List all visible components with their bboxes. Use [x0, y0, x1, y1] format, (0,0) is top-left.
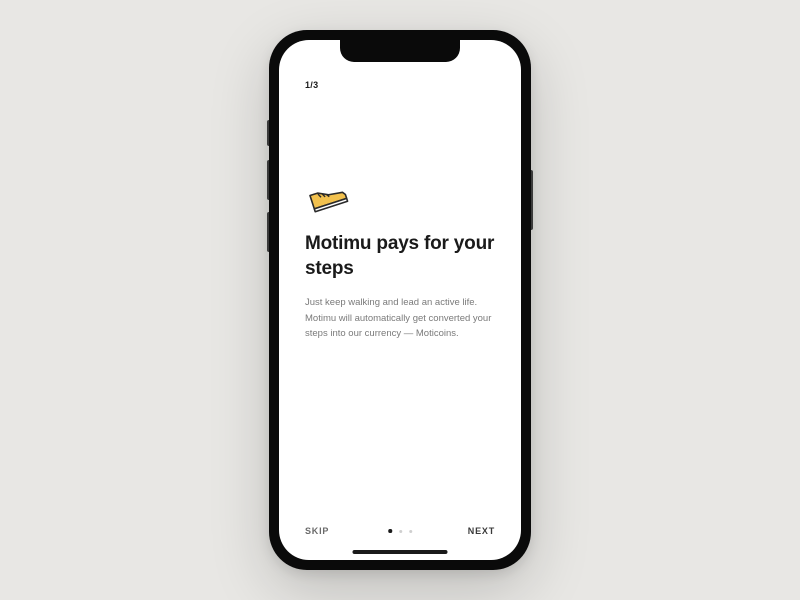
page-dot[interactable]	[388, 529, 392, 533]
power-button	[531, 170, 533, 230]
onboarding-body: Just keep walking and lead an active lif…	[305, 295, 495, 341]
page-dot[interactable]	[409, 530, 412, 533]
home-indicator[interactable]	[353, 550, 448, 554]
skip-button[interactable]: SKIP	[305, 526, 329, 536]
sneaker-icon	[305, 178, 495, 214]
page-dot[interactable]	[399, 530, 402, 533]
screen: 1/3 Motimu pays for your steps Just keep…	[279, 40, 521, 560]
onboarding-heading: Motimu pays for your steps	[305, 232, 495, 281]
page-indicator: 1/3	[305, 80, 495, 90]
phone-mockup: 1/3 Motimu pays for your steps Just keep…	[269, 30, 531, 570]
page-dots	[388, 529, 412, 533]
notch	[340, 40, 460, 62]
onboarding-content: 1/3 Motimu pays for your steps Just keep…	[279, 40, 521, 506]
next-button[interactable]: NEXT	[468, 526, 495, 536]
